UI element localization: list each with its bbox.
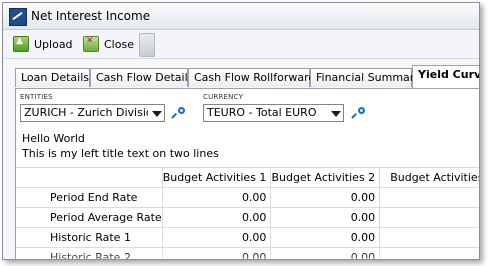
grid-cell[interactable]: 0.00 bbox=[270, 187, 381, 208]
tab-label: Cash Flow Rollforward bbox=[194, 71, 316, 84]
grid-header-row: Budget Activities 1 Budget Activities 2 … bbox=[16, 167, 479, 188]
grid-cell[interactable] bbox=[379, 187, 479, 208]
upload-icon bbox=[13, 36, 29, 52]
upload-button[interactable]: Upload bbox=[13, 35, 73, 53]
tab-cash-flow-details[interactable]: Cash Flow Details bbox=[90, 68, 193, 87]
grid-corner-cell bbox=[16, 167, 163, 188]
torn-edge-fade bbox=[16, 251, 479, 259]
entities-dropdown[interactable]: ZURICH - Zurich Division bbox=[20, 104, 165, 122]
grid-cell[interactable]: 0.00 bbox=[162, 187, 272, 208]
close-icon bbox=[83, 36, 99, 52]
row-label: Period End Rate bbox=[16, 187, 163, 208]
table-row: Period End Rate 0.00 0.00 bbox=[16, 187, 479, 208]
tab-label: Financial Summary bbox=[316, 71, 421, 84]
tab-yield-curve[interactable]: Yield Curve bbox=[412, 65, 479, 88]
grid-cell[interactable] bbox=[379, 227, 479, 248]
row-label: Period Average Rate bbox=[16, 207, 163, 228]
table-row: Period Average Rate 0.00 0.00 bbox=[16, 207, 479, 228]
close-label: Close bbox=[104, 37, 134, 51]
entities-value: ZURICH - Zurich Division bbox=[24, 106, 160, 119]
tab-label: Cash Flow Details bbox=[96, 71, 194, 84]
currency-dropdown[interactable]: TEURO - Total EURO bbox=[203, 104, 344, 122]
entities-label: ENTITIES bbox=[20, 93, 53, 101]
toolbar: Upload Close bbox=[3, 30, 479, 59]
app-logo-icon bbox=[9, 8, 27, 26]
entities-search-icon[interactable] bbox=[171, 107, 185, 120]
column-header[interactable]: Budget Activities 3 bbox=[379, 167, 479, 188]
grid-cell[interactable]: 0.00 bbox=[270, 207, 381, 228]
window-title: Net Interest Income bbox=[31, 9, 151, 23]
toolbar-overflow-handle[interactable] bbox=[139, 33, 155, 57]
tab-label: Loan Details bbox=[21, 71, 90, 84]
table-row: Historic Rate 1 0.00 0.00 bbox=[16, 227, 479, 248]
tab-cash-flow-rollforward[interactable]: Cash Flow Rollforward bbox=[188, 68, 315, 87]
grid-cell[interactable]: 0.00 bbox=[270, 227, 381, 248]
chevron-down-icon bbox=[148, 105, 164, 121]
upload-label: Upload bbox=[34, 37, 73, 51]
grid-cell[interactable]: 0.00 bbox=[162, 227, 272, 248]
grid-cell[interactable] bbox=[379, 207, 479, 228]
yield-curve-grid: Budget Activities 1 Budget Activities 2 … bbox=[16, 167, 479, 259]
chevron-down-icon bbox=[327, 105, 343, 121]
title-text-line-2: This is my left title text on two lines bbox=[22, 147, 219, 160]
title-text-line-1: Hello World bbox=[22, 132, 85, 145]
net-interest-income-dialog: Net Interest Income Upload Close Loan De… bbox=[2, 2, 480, 260]
currency-search-icon[interactable] bbox=[351, 107, 365, 120]
grid-cell[interactable]: 0.00 bbox=[162, 207, 272, 228]
column-header[interactable]: Budget Activities 2 bbox=[270, 167, 381, 188]
tab-loan-details[interactable]: Loan Details bbox=[15, 68, 90, 87]
close-button[interactable]: Close bbox=[83, 35, 134, 53]
title-bar: Net Interest Income bbox=[3, 3, 479, 30]
tab-financial-summary[interactable]: Financial Summary bbox=[310, 68, 421, 87]
currency-label: CURRENCY bbox=[203, 93, 244, 101]
tab-label: Yield Curve bbox=[418, 68, 479, 81]
currency-value: TEURO - Total EURO bbox=[207, 106, 317, 119]
yield-curve-panel: ENTITIES ZURICH - Zurich Division CURREN… bbox=[15, 88, 479, 259]
column-header[interactable]: Budget Activities 1 bbox=[162, 167, 272, 188]
row-label: Historic Rate 1 bbox=[16, 227, 163, 248]
tab-strip: Loan Details Cash Flow Details Cash Flow… bbox=[15, 65, 479, 88]
